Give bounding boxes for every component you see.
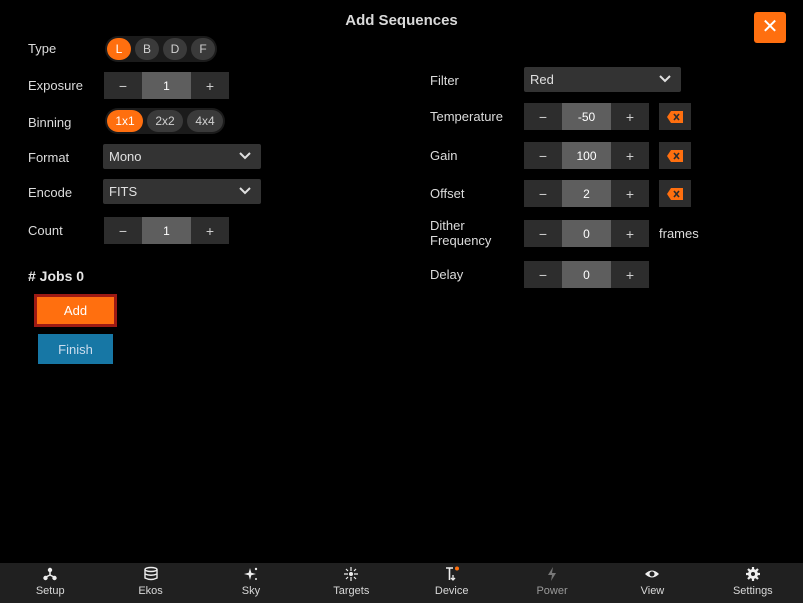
dither-label-line1: Dither: [430, 218, 465, 233]
setup-icon: [43, 567, 57, 581]
dither-decrement-button[interactable]: −: [524, 220, 562, 247]
offset-decrement-button[interactable]: −: [524, 180, 562, 207]
format-label: Format: [28, 150, 70, 165]
exposure-label: Exposure: [28, 78, 83, 93]
gain-value[interactable]: 100: [562, 142, 611, 169]
power-icon: [548, 567, 557, 581]
type-option-b[interactable]: B: [135, 38, 159, 60]
dither-value[interactable]: 0: [562, 220, 611, 247]
backspace-icon: [667, 110, 683, 123]
gain-stepper: − 100 +: [524, 142, 649, 169]
dither-increment-button[interactable]: +: [611, 220, 649, 247]
gain-increment-button[interactable]: +: [611, 142, 649, 169]
backspace-icon: [667, 187, 683, 200]
exposure-decrement-button[interactable]: −: [104, 72, 142, 99]
offset-value[interactable]: 2: [562, 180, 611, 207]
chevron-down-icon: [239, 152, 251, 160]
dither-frequency-label: Dither Frequency: [430, 218, 491, 248]
binning-option-1x1[interactable]: 1x1: [107, 110, 143, 132]
ekos-icon: [143, 566, 158, 581]
filter-select[interactable]: Red: [524, 67, 681, 92]
device-icon: [445, 566, 459, 581]
type-option-d[interactable]: D: [163, 38, 187, 60]
finish-button[interactable]: Finish: [38, 334, 113, 364]
nav-label-power: Power: [536, 585, 568, 597]
count-label: Count: [28, 223, 63, 238]
dither-unit: frames: [659, 226, 699, 241]
type-label: Type: [28, 41, 57, 56]
sky-icon: [243, 567, 258, 580]
nav-item-view[interactable]: View: [602, 563, 702, 603]
binning-option-4x4[interactable]: 4x4: [187, 110, 223, 132]
delay-label: Delay: [430, 267, 464, 282]
nav-label-view: View: [640, 585, 665, 597]
chevron-down-icon: [239, 187, 251, 195]
filter-select-value: Red: [530, 72, 554, 87]
gain-clear-button[interactable]: [659, 142, 691, 169]
delay-value[interactable]: 0: [562, 261, 611, 288]
binning-selector: 1x1 2x2 4x4: [105, 108, 225, 134]
exposure-stepper: − 1 +: [104, 72, 229, 99]
delay-decrement-button[interactable]: −: [524, 261, 562, 288]
nav-label-sky: Sky: [241, 585, 261, 597]
delay-increment-button[interactable]: +: [611, 261, 649, 288]
settings-icon: [745, 567, 760, 581]
binning-option-2x2[interactable]: 2x2: [147, 110, 183, 132]
jobs-count: # Jobs 0: [28, 268, 85, 284]
nav-label-device: Device: [434, 585, 469, 597]
offset-label: Offset: [430, 186, 465, 201]
nav-label-setup: Setup: [35, 585, 65, 597]
targets-icon: [344, 567, 359, 581]
encode-select[interactable]: FITS: [103, 179, 261, 204]
nav-item-targets[interactable]: Targets: [301, 563, 401, 603]
offset-increment-button[interactable]: +: [611, 180, 649, 207]
nav-item-settings[interactable]: Settings: [703, 563, 803, 603]
type-option-l[interactable]: L: [107, 38, 131, 60]
nav-item-device[interactable]: Device: [402, 563, 502, 603]
count-value[interactable]: 1: [142, 217, 191, 244]
count-decrement-button[interactable]: −: [104, 217, 142, 244]
temperature-label: Temperature: [430, 109, 503, 124]
delay-stepper: − 0 +: [524, 261, 649, 288]
bottom-nav: Setup Ekos Sky Targets Device Power View…: [0, 563, 803, 603]
backspace-icon: [667, 149, 683, 162]
type-option-f[interactable]: F: [191, 38, 215, 60]
temperature-value[interactable]: -50: [562, 103, 611, 130]
encode-select-value: FITS: [109, 184, 138, 199]
temperature-clear-button[interactable]: [659, 103, 691, 130]
nav-label-ekos: Ekos: [138, 585, 163, 597]
dither-label-line2: Frequency: [430, 233, 492, 248]
exposure-value[interactable]: 1: [142, 72, 191, 99]
count-stepper: − 1 +: [104, 217, 229, 244]
gain-decrement-button[interactable]: −: [524, 142, 562, 169]
chevron-down-icon: [659, 75, 671, 83]
encode-label: Encode: [28, 185, 73, 200]
dither-stepper: − 0 +: [524, 220, 649, 247]
nav-item-power[interactable]: Power: [502, 563, 602, 603]
nav-label-settings: Settings: [732, 585, 773, 597]
nav-item-ekos[interactable]: Ekos: [100, 563, 200, 603]
close-button[interactable]: ✕: [754, 12, 786, 43]
temperature-increment-button[interactable]: +: [611, 103, 649, 130]
format-select-value: Mono: [109, 149, 142, 164]
nav-item-sky[interactable]: Sky: [201, 563, 301, 603]
nav-item-setup[interactable]: Setup: [0, 563, 100, 603]
filter-label: Filter: [430, 73, 459, 88]
exposure-increment-button[interactable]: +: [191, 72, 229, 99]
view-icon: [645, 570, 660, 578]
binning-label: Binning: [28, 115, 72, 130]
count-increment-button[interactable]: +: [191, 217, 229, 244]
close-icon: ✕: [761, 16, 779, 38]
format-select[interactable]: Mono: [103, 144, 261, 169]
offset-stepper: − 2 +: [524, 180, 649, 207]
temperature-stepper: − -50 +: [524, 103, 649, 130]
temperature-decrement-button[interactable]: −: [524, 103, 562, 130]
gain-label: Gain: [430, 148, 458, 163]
add-button[interactable]: Add: [34, 294, 117, 327]
offset-clear-button[interactable]: [659, 180, 691, 207]
type-selector: L B D F: [105, 36, 217, 62]
nav-label-targets: Targets: [333, 585, 370, 597]
dialog-title: Add Sequences: [345, 12, 458, 29]
